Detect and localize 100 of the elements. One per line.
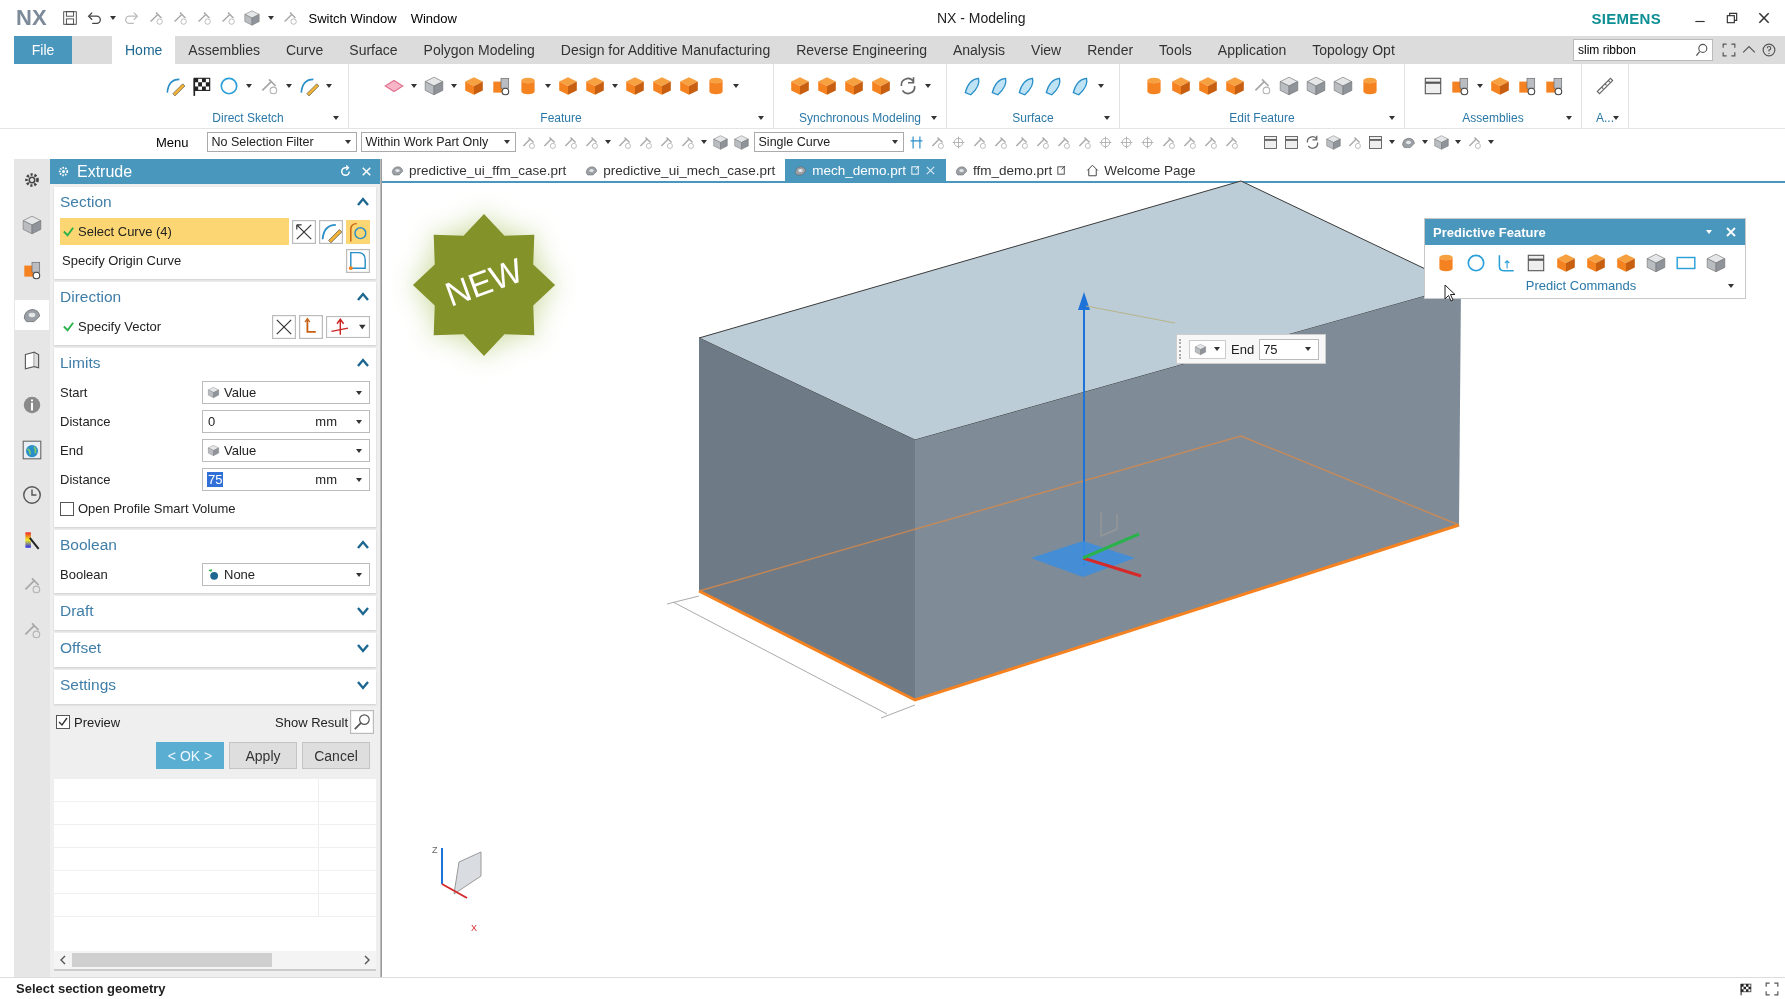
cube-icon[interactable]	[788, 75, 811, 97]
switch-window-button[interactable]: Switch Window	[304, 10, 401, 26]
section-title[interactable]: Boolean	[60, 536, 117, 554]
caret-icon[interactable]	[757, 114, 765, 122]
selection-filter-dropdown[interactable]: No Selection Filter	[206, 132, 357, 152]
origin-curve-icon[interactable]	[346, 248, 370, 273]
caret-icon[interactable]	[449, 82, 458, 90]
tab-label[interactable]: predictive_ui_ffm_case.prt	[409, 162, 567, 178]
section-title[interactable]: Draft	[60, 602, 94, 620]
ribbon-tab[interactable]: Design for Additive Manufacturing	[547, 36, 784, 64]
magnifier-icon[interactable]	[350, 710, 374, 734]
part-icon[interactable]	[15, 300, 49, 330]
document-tab[interactable]: Welcome Page	[1077, 159, 1206, 181]
help-icon[interactable]	[1762, 43, 1776, 57]
cube-icon[interactable]	[1305, 75, 1327, 97]
ribbon-tab[interactable]: Analysis	[939, 36, 1019, 64]
fullscreen-icon[interactable]	[1765, 981, 1779, 996]
section-title[interactable]: Section	[60, 193, 112, 211]
expand-icon[interactable]	[356, 643, 370, 653]
cube-icon[interactable]	[462, 75, 485, 97]
flag-icon[interactable]	[190, 75, 213, 97]
caret-icon[interactable]	[1486, 138, 1495, 146]
flag-icon[interactable]	[1739, 981, 1753, 996]
ribbon-tab[interactable]: Polygon Modeling	[410, 36, 548, 64]
expand-icon[interactable]	[356, 680, 370, 690]
panel-icon[interactable]	[1525, 252, 1547, 274]
checkbox[interactable]	[56, 715, 70, 729]
save-icon[interactable]	[60, 9, 79, 27]
tab-label[interactable]: predictive_ui_mech_case.prt	[603, 162, 776, 178]
ribbon-tab[interactable]: Tools	[1146, 36, 1205, 64]
selection-step[interactable]: Specify Vector	[60, 313, 269, 340]
cube-icon[interactable]	[650, 75, 673, 97]
deselect-icon[interactable]	[292, 219, 316, 244]
document-tab[interactable]: predictive_ui_ffm_case.prt	[382, 159, 577, 181]
end-distance-handle[interactable]: End 75	[1176, 334, 1326, 364]
caret-icon[interactable]	[1213, 345, 1221, 353]
caret-icon[interactable]	[266, 14, 275, 22]
caret-icon[interactable]	[930, 114, 938, 122]
cube-icon[interactable]	[1278, 75, 1300, 97]
caret-icon[interactable]	[699, 138, 708, 146]
window-menu-button[interactable]: Window	[406, 10, 461, 26]
caret-icon[interactable]	[923, 82, 932, 90]
checkbox[interactable]	[60, 501, 74, 516]
caret-icon[interactable]	[1387, 138, 1396, 146]
vector-icon[interactable]	[299, 314, 323, 339]
caret-icon[interactable]	[355, 475, 363, 484]
collapse-icon[interactable]	[356, 292, 370, 302]
caret-icon[interactable]	[610, 82, 619, 90]
caret-icon[interactable]	[244, 82, 253, 90]
vector-dropdown[interactable]	[326, 314, 370, 339]
collapse-icon[interactable]	[356, 540, 370, 550]
cube-icon[interactable]	[1170, 75, 1192, 97]
handle-value[interactable]: 75	[1263, 341, 1278, 357]
tab-label[interactable]: ffm_demo.prt	[973, 162, 1053, 178]
ribbon-tab[interactable]: Topology Opt	[1299, 36, 1408, 64]
close-icon[interactable]	[1757, 11, 1771, 25]
section-title[interactable]: Limits	[60, 354, 101, 372]
panel-icon[interactable]	[1261, 133, 1279, 151]
caret-icon[interactable]	[1096, 82, 1105, 90]
cube-icon[interactable]	[1194, 342, 1207, 356]
curve-rule-dropdown[interactable]: Single Curve	[753, 132, 904, 152]
selection-step[interactable]: Specify Origin Curve	[60, 247, 343, 274]
caret-icon[interactable]	[1727, 281, 1735, 290]
option-dropdown[interactable]: Value	[202, 381, 370, 404]
collapse-icon[interactable]	[356, 358, 370, 368]
cube-icon[interactable]	[677, 75, 700, 97]
sketch-icon[interactable]	[319, 219, 343, 244]
scroll-left-icon[interactable]	[58, 955, 68, 965]
cube-icon[interactable]	[1324, 133, 1342, 151]
scrollbar-track[interactable]	[54, 951, 376, 971]
ribbon-tab[interactable]: Reverse Engineering	[783, 36, 940, 64]
caret-icon[interactable]	[1388, 114, 1396, 122]
cube-icon[interactable]	[556, 75, 579, 97]
ribbon-tab[interactable]: Curve	[272, 36, 337, 64]
caret-icon[interactable]	[1303, 345, 1312, 353]
caret-icon[interactable]	[1103, 114, 1111, 122]
caret-icon[interactable]	[1612, 114, 1620, 122]
caret-icon[interactable]	[890, 138, 899, 146]
caret-icon[interactable]	[1565, 114, 1573, 122]
document-tab[interactable]: ffm_demo.prt	[946, 159, 1078, 181]
caret-icon[interactable]	[731, 82, 740, 90]
section-title[interactable]: Offset	[60, 639, 102, 657]
cube-icon[interactable]	[1585, 252, 1607, 274]
cube-icon[interactable]	[583, 75, 606, 97]
ribbon-tab[interactable]: Application	[1204, 36, 1300, 64]
distance-field[interactable]: 0 mm	[202, 410, 370, 433]
tab-label[interactable]: Welcome Page	[1104, 162, 1196, 178]
caret-icon[interactable]	[332, 114, 340, 122]
cube-icon[interactable]	[869, 75, 892, 97]
caret-icon[interactable]	[355, 388, 363, 397]
ribbon-tab[interactable]: View	[1018, 36, 1075, 64]
option-dropdown[interactable]: None	[202, 563, 370, 586]
caret-icon[interactable]	[343, 138, 352, 146]
circle-icon[interactable]	[1465, 252, 1487, 274]
caret-icon[interactable]	[1453, 138, 1462, 146]
scroll-right-icon[interactable]	[362, 955, 372, 965]
ribbon-tab[interactable]: Render	[1074, 36, 1147, 64]
caret-icon[interactable]	[284, 82, 293, 90]
caret-icon[interactable]	[108, 14, 117, 22]
ribbon-tab[interactable]: Home	[112, 36, 176, 64]
